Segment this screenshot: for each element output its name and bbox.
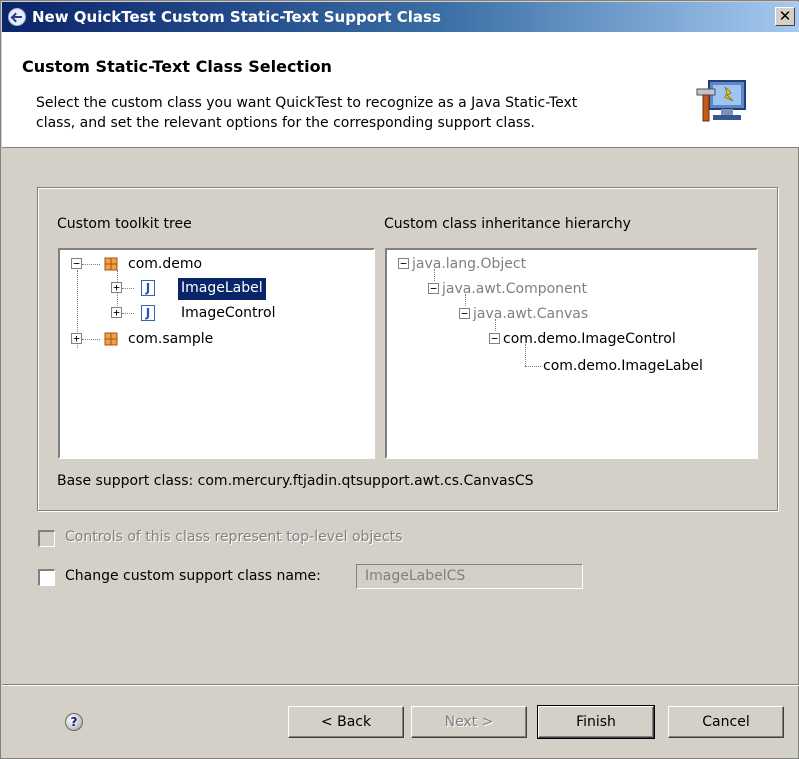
change-class-name-label: Change custom support class name: <box>65 568 321 584</box>
base-support-class-text: Base support class: com.mercury.ftjadin.… <box>57 473 534 489</box>
expand-toggle[interactable]: + <box>111 282 122 293</box>
finish-button[interactable]: Finish <box>537 705 655 739</box>
expand-toggle[interactable]: + <box>111 307 122 318</box>
top-level-objects-label: Controls of this class represent top-lev… <box>65 529 403 545</box>
expand-toggle[interactable]: + <box>71 333 82 344</box>
wizard-window: New QuickTest Custom Static-Text Support… <box>0 0 799 759</box>
hierarchy-node-java-awt-canvas[interactable]: java.awt.Canvas <box>473 304 588 326</box>
tree-node-imagecontrol[interactable]: ImageControl <box>181 303 275 325</box>
tree-connector <box>82 339 100 340</box>
back-button[interactable]: < Back <box>288 706 404 738</box>
description-line-2: class, and set the relevant options for … <box>36 115 535 131</box>
hierarchy-node-java-lang-object[interactable]: java.lang.Object <box>412 254 526 276</box>
collapse-toggle[interactable]: − <box>459 308 470 319</box>
tree-connector <box>122 288 134 289</box>
cancel-button[interactable]: Cancel <box>668 706 784 738</box>
collapse-toggle[interactable]: − <box>428 283 439 294</box>
wizard-hammer-monitor-icon <box>696 80 746 122</box>
toolkit-tree[interactable]: − com.demo + J ImageLabel + J ImageContr… <box>57 247 376 460</box>
tree-node-imagelabel[interactable]: ImageLabel <box>177 277 267 301</box>
java-class-icon: J <box>141 305 155 321</box>
tree-node-com-demo[interactable]: com.demo <box>128 254 202 276</box>
close-button[interactable]: ✕ <box>775 7 795 26</box>
wizard-header: Custom Static-Text Class Selection Selec… <box>2 32 799 148</box>
support-class-name-field[interactable]: ImageLabelCS <box>356 564 583 589</box>
toolkit-tree-label: Custom toolkit tree <box>57 216 192 232</box>
hierarchy-node-java-awt-component[interactable]: java.awt.Component <box>442 279 587 301</box>
hierarchy-node-com-demo-imagelabel[interactable]: com.demo.ImageLabel <box>543 356 703 378</box>
tree-connector <box>82 264 100 265</box>
app-back-arrow-icon <box>8 8 26 26</box>
page-description: Select the custom class you want QuickTe… <box>36 93 676 133</box>
title-bar: New QuickTest Custom Static-Text Support… <box>2 2 799 32</box>
description-line-1: Select the custom class you want QuickTe… <box>36 95 578 111</box>
button-bar-separator <box>2 684 799 686</box>
package-icon <box>104 332 118 346</box>
java-class-icon: J <box>141 280 155 296</box>
package-icon <box>104 257 118 271</box>
window-title: New QuickTest Custom Static-Text Support… <box>32 8 441 26</box>
collapse-toggle[interactable]: − <box>398 258 409 269</box>
inheritance-hierarchy-tree[interactable]: − java.lang.Object − java.awt.Component … <box>384 247 759 460</box>
page-heading: Custom Static-Text Class Selection <box>22 57 332 76</box>
next-button[interactable]: Next > <box>411 706 527 738</box>
tree-node-com-sample[interactable]: com.sample <box>128 329 213 351</box>
collapse-toggle[interactable]: − <box>489 333 500 344</box>
tree-connector <box>525 366 541 367</box>
help-icon[interactable]: ? <box>65 713 83 731</box>
change-class-name-checkbox[interactable] <box>38 569 55 586</box>
hierarchy-label: Custom class inheritance hierarchy <box>384 216 631 232</box>
collapse-toggle[interactable]: − <box>71 258 82 269</box>
top-level-objects-checkbox[interactable] <box>38 530 55 547</box>
tree-connector <box>122 313 134 314</box>
hierarchy-node-com-demo-imagecontrol[interactable]: com.demo.ImageControl <box>503 329 676 351</box>
